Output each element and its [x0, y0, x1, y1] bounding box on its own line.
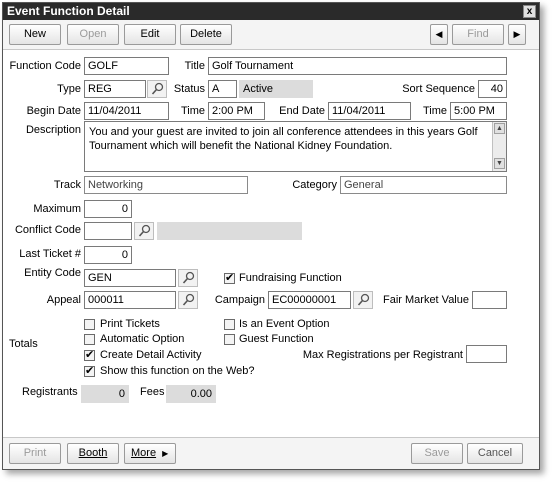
- max-registrations-field[interactable]: [466, 345, 507, 363]
- sort-sequence-field[interactable]: 40: [478, 80, 507, 98]
- more-button-label: More: [131, 447, 157, 459]
- toolbar: New Open Edit Delete ◀ Find ▶: [3, 20, 539, 50]
- track-label: Track: [53, 179, 81, 191]
- status-code-field[interactable]: A: [208, 80, 237, 98]
- begin-time-label: Time: [180, 105, 205, 117]
- more-button[interactable]: More ▶: [124, 443, 176, 464]
- next-icon[interactable]: ▶: [508, 24, 526, 45]
- fundraising-label: Fundraising Function: [239, 272, 342, 284]
- fundraising-checkbox[interactable]: [224, 271, 235, 284]
- registrants-field: 0: [81, 385, 129, 403]
- function-code-label: Function Code: [9, 60, 81, 72]
- description-textarea[interactable]: You and your guest are invited to join a…: [84, 121, 507, 172]
- status-text-field: Active: [239, 80, 313, 98]
- find-button[interactable]: Find: [452, 24, 504, 45]
- more-arrow-icon: ▶: [162, 449, 169, 458]
- new-button[interactable]: New: [9, 24, 61, 45]
- begin-date-label: Begin Date: [26, 105, 81, 117]
- description-label: Description: [25, 124, 81, 136]
- description-text: You and your guest are invited to join a…: [89, 126, 478, 152]
- description-scrollbar[interactable]: ▲ ▼: [492, 122, 506, 171]
- campaign-lookup-icon[interactable]: [353, 291, 373, 309]
- last-ticket-label: Last Ticket #: [19, 248, 81, 260]
- fair-market-value-field[interactable]: [472, 291, 507, 309]
- title-label: Title: [184, 60, 205, 72]
- type-lookup-icon[interactable]: [147, 80, 167, 98]
- begin-date-field[interactable]: 11/04/2011: [84, 102, 169, 120]
- is-event-option-checkbox[interactable]: [224, 319, 235, 330]
- print-tickets-label: Print Tickets: [100, 318, 160, 330]
- maximum-field[interactable]: 0: [84, 200, 132, 218]
- conflict-code-field[interactable]: [84, 222, 132, 240]
- close-icon[interactable]: x: [523, 5, 536, 18]
- title-bar: Event Function Detail x: [3, 3, 539, 20]
- conflict-code-label: Conflict Code: [14, 224, 81, 236]
- registrants-label: Registrants: [22, 386, 78, 398]
- scroll-down-icon[interactable]: ▼: [494, 158, 505, 169]
- end-time-field[interactable]: 5:00 PM: [450, 102, 507, 120]
- track-field[interactable]: Networking: [84, 176, 248, 194]
- delete-button[interactable]: Delete: [180, 24, 232, 45]
- print-tickets-checkbox[interactable]: [84, 319, 95, 330]
- sort-sequence-label: Sort Sequence: [402, 83, 475, 95]
- type-label: Type: [57, 83, 81, 95]
- entity-code-field[interactable]: GEN: [84, 269, 176, 287]
- bottom-button-bar: Print Booth More ▶ Save Cancel: [3, 437, 539, 469]
- conflict-code-lookup-icon[interactable]: [134, 222, 154, 240]
- save-button[interactable]: Save: [411, 443, 463, 464]
- print-button[interactable]: Print: [9, 443, 61, 464]
- edit-button[interactable]: Edit: [124, 24, 176, 45]
- begin-time-field[interactable]: 2:00 PM: [208, 102, 265, 120]
- appeal-lookup-icon[interactable]: [178, 291, 198, 309]
- window-title: Event Function Detail: [7, 4, 130, 18]
- category-label: Category: [292, 179, 337, 191]
- automatic-option-checkbox[interactable]: [84, 334, 95, 345]
- last-ticket-field[interactable]: 0: [84, 246, 132, 264]
- event-function-detail-window: Event Function Detail x New Open Edit De…: [2, 2, 540, 470]
- fees-label: Fees: [140, 386, 165, 398]
- entity-code-lookup-icon[interactable]: [178, 269, 198, 287]
- is-event-option-label: Is an Event Option: [239, 318, 330, 330]
- campaign-field[interactable]: EC00000001: [268, 291, 351, 309]
- guest-function-checkbox[interactable]: [224, 334, 235, 345]
- end-date-field[interactable]: 11/04/2011: [328, 102, 411, 120]
- appeal-label: Appeal: [46, 294, 81, 306]
- maximum-label: Maximum: [33, 203, 81, 215]
- totals-label: Totals: [9, 338, 38, 350]
- guest-function-label: Guest Function: [239, 333, 314, 345]
- previous-icon[interactable]: ◀: [430, 24, 448, 45]
- fees-field: 0.00: [166, 385, 216, 403]
- function-code-field[interactable]: GOLF: [84, 57, 169, 75]
- status-label: Status: [173, 83, 205, 95]
- title-field[interactable]: Golf Tournament: [208, 57, 507, 75]
- show-on-web-label: Show this function on the Web?: [100, 365, 255, 377]
- create-detail-activity-label: Create Detail Activity: [100, 349, 202, 361]
- cancel-button[interactable]: Cancel: [467, 443, 523, 464]
- automatic-option-label: Automatic Option: [100, 333, 185, 345]
- end-time-label: Time: [422, 105, 447, 117]
- create-detail-activity-checkbox[interactable]: [84, 348, 95, 361]
- appeal-field[interactable]: 000011: [84, 291, 176, 309]
- booth-button[interactable]: Booth: [67, 443, 119, 464]
- conflict-description-field: [157, 222, 302, 240]
- entity-code-label: Entity Code: [24, 267, 81, 279]
- scroll-up-icon[interactable]: ▲: [494, 123, 505, 134]
- type-field[interactable]: REG: [84, 80, 146, 98]
- open-button[interactable]: Open: [67, 24, 119, 45]
- max-registrations-label: Max Registrations per Registrant: [302, 349, 463, 361]
- category-field[interactable]: General: [340, 176, 507, 194]
- end-date-label: End Date: [279, 105, 325, 117]
- show-on-web-checkbox[interactable]: [84, 364, 95, 377]
- campaign-label: Campaign: [214, 294, 265, 306]
- fair-market-value-label: Fair Market Value: [383, 294, 469, 306]
